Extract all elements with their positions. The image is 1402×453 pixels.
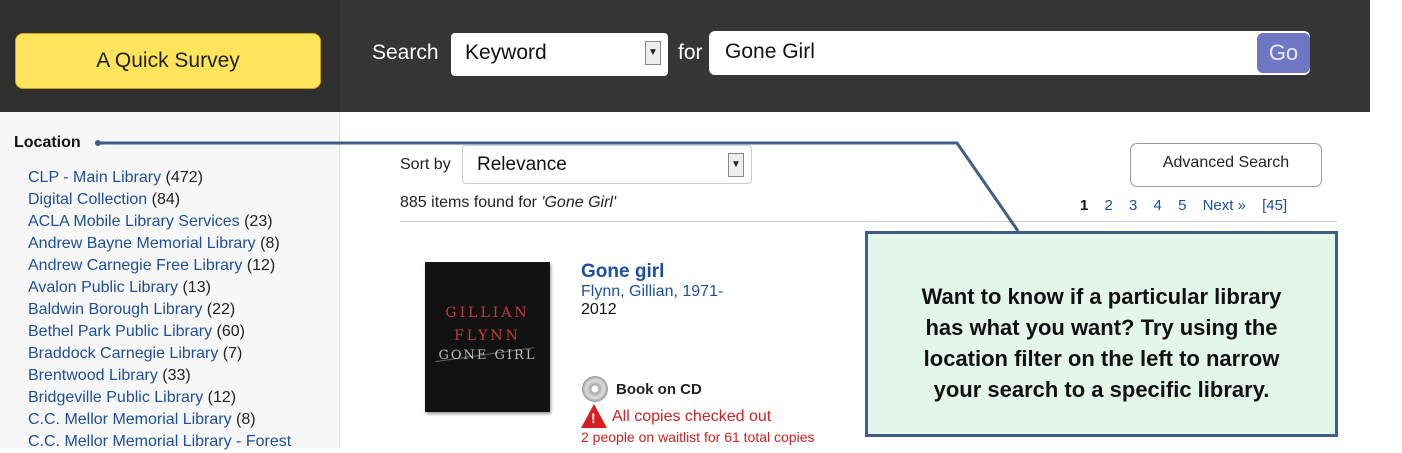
tip-callout: Want to know if a particular library has… [865, 231, 1338, 437]
tip-text: Want to know if a particular library has… [921, 284, 1282, 402]
